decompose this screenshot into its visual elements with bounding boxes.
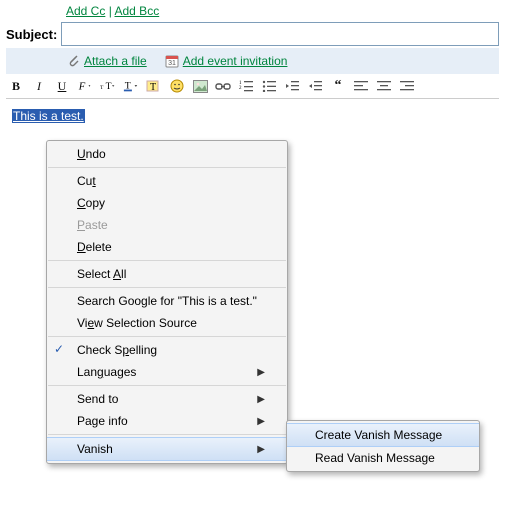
chevron-right-icon: ▶ [257,416,265,427]
svg-text:T: T [150,82,156,93]
image-button[interactable] [192,78,208,94]
ctx-separator [48,287,286,288]
align-left-button[interactable] [353,78,369,94]
ctx-read-vanish[interactable]: Read Vanish Message [287,447,479,469]
ctx-separator [48,260,286,261]
svg-text:2: 2 [239,86,242,91]
check-icon: ✓ [54,342,64,356]
svg-text:F: F [78,82,86,93]
paperclip-icon [66,53,80,69]
ctx-separator [48,385,286,386]
ctx-vanish[interactable]: Vanish▶ [47,437,287,461]
ctx-copy[interactable]: Copy [47,192,287,214]
attach-bar: Attach a file 31 Add event invitation [6,48,499,74]
ctx-undo[interactable]: Undo [47,143,287,165]
outdent-button[interactable] [284,78,300,94]
ctx-send-to[interactable]: Send to▶ [47,388,287,410]
numbered-list-button[interactable]: 12 [238,78,254,94]
ctx-paste: Paste [47,214,287,236]
ctx-languages[interactable]: Languages▶ [47,361,287,383]
add-bcc-link[interactable]: Add Bcc [115,4,160,18]
svg-text:T: T [106,81,112,92]
ctx-delete[interactable]: Delete [47,236,287,258]
add-cc-link[interactable]: Add Cc [66,4,105,18]
ctx-separator [48,336,286,337]
underline-button[interactable]: U [54,78,70,94]
svg-text:31: 31 [168,60,176,67]
format-toolbar: B I U F TT T T 12 “ [6,74,499,99]
ctx-separator [48,434,286,435]
ctx-select-all[interactable]: Select All [47,263,287,285]
link-separator: | [109,4,112,18]
ctx-view-source[interactable]: View Selection Source [47,312,287,334]
ctx-separator [48,167,286,168]
selected-text: This is a test. [12,109,85,123]
font-size-button[interactable]: TT [100,78,116,94]
emoji-button[interactable] [169,78,185,94]
bullet-list-button[interactable] [261,78,277,94]
link-button[interactable] [215,78,231,94]
calendar-icon: 31 [165,54,179,68]
context-menu: Undo Cut Copy Paste Delete Select All Se… [46,140,288,464]
ctx-cut[interactable]: Cut [47,170,287,192]
quote-button[interactable]: “ [330,78,346,94]
align-right-button[interactable] [399,78,415,94]
highlight-button[interactable]: T [146,78,162,94]
chevron-right-icon: ▶ [257,367,265,378]
subject-label: Subject: [6,27,57,42]
font-color-button[interactable]: T [123,78,139,94]
ctx-check-spelling[interactable]: ✓ Check Spelling [47,339,287,361]
ctx-search-google[interactable]: Search Google for "This is a test." [47,290,287,312]
indent-button[interactable] [307,78,323,94]
bold-button[interactable]: B [8,78,24,94]
italic-button[interactable]: I [31,78,47,94]
attach-file-link[interactable]: Attach a file [84,54,147,68]
align-center-button[interactable] [376,78,392,94]
chevron-right-icon: ▶ [257,444,265,455]
chevron-right-icon: ▶ [257,394,265,405]
ctx-create-vanish[interactable]: Create Vanish Message [287,423,479,447]
ctx-page-info[interactable]: Page info▶ [47,410,287,432]
add-event-link[interactable]: Add event invitation [183,54,288,68]
vanish-submenu: Create Vanish Message Read Vanish Messag… [286,420,480,472]
subject-input[interactable] [61,22,499,46]
font-face-button[interactable]: F [77,78,93,94]
svg-text:T: T [100,85,104,91]
